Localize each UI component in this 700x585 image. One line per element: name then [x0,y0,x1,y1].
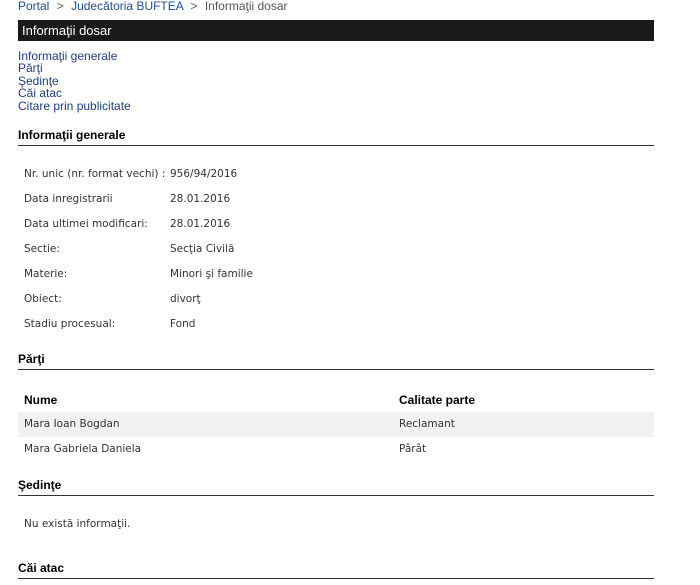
field-value: Fond [170,318,196,330]
nav-link-citare[interactable]: Citare prin publicitate [18,99,131,112]
sedinte-empty-message: Nu există informaţii. [24,518,131,530]
breadcrumb: Portal > Judecătoria BUFTEA > Informaţii… [18,0,288,12]
field-label: Nr. unic (nr. format vechi) : [24,168,166,180]
party-name: Mara Gabriela Daniela [24,443,142,455]
nav-link-parti[interactable]: Părţi [18,62,131,75]
field-label: Sectie: [24,243,60,255]
breadcrumb-item-court[interactable]: Judecătoria BUFTEA [71,0,183,13]
field-value: 28.01.2016 [170,218,231,230]
section-header-sedinte: Şedinţe [18,478,654,496]
field-label: Data ultimei modificari: [24,218,148,230]
field-label: Stadiu procesual: [24,318,116,330]
table-row: Mara Gabriela Daniela Pârât [18,437,654,462]
page-title: Informaţii dosar [18,20,654,41]
field-value: 28.01.2016 [170,193,231,205]
field-value: Minori şi familie [170,268,253,280]
breadcrumb-item-current: Informaţii dosar [204,0,288,13]
section-nav: Informaţii generale Părţi Şedinţe Căi at… [18,50,131,112]
column-header-nume: Nume [24,393,58,407]
party-role: Pârât [399,443,427,455]
column-header-calitate: Calitate parte [399,393,476,407]
field-label: Data inregistrarii [24,193,113,205]
section-header-cai-atac: Căi atac [18,561,654,579]
nav-link-cai-atac[interactable]: Căi atac [18,87,131,100]
field-value: divorţ [170,293,201,305]
field-value: Secţia Civilă [170,243,235,255]
breadcrumb-separator: > [56,0,64,13]
breadcrumb-separator: > [190,0,198,13]
field-label: Materie: [24,268,68,280]
field-value: 956/94/2016 [170,168,238,180]
party-name: Mara Ioan Bogdan [24,418,120,430]
field-label: Obiect: [24,293,62,305]
table-row: Mara Ioan Bogdan Reclamant [18,412,654,437]
section-header-informatii-generale: Informaţii generale [18,128,654,146]
breadcrumb-item-portal[interactable]: Portal [18,0,49,13]
party-role: Reclamant [399,418,455,430]
section-header-parti: Părţi [18,352,654,370]
